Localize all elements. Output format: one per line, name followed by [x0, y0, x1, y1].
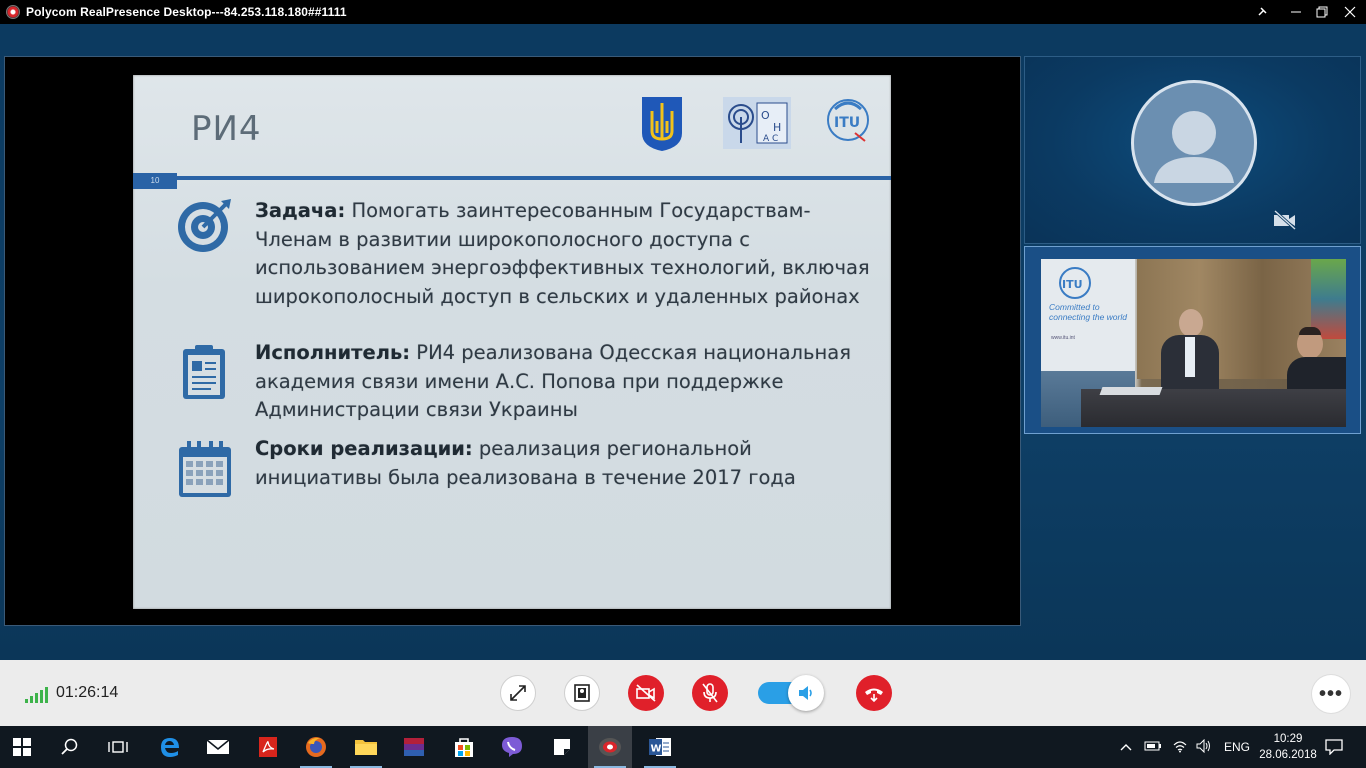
firefox-icon: [306, 737, 326, 757]
clock-time: 10:29: [1273, 733, 1303, 745]
svg-text:О: О: [761, 109, 770, 122]
row-label: Задача:: [255, 199, 346, 222]
sticky-notes-icon: [554, 739, 570, 755]
onac-logo: О Н А С: [723, 97, 791, 154]
participant-person-1: [1161, 309, 1219, 399]
viber-app[interactable]: [490, 726, 534, 768]
remote-room-video[interactable]: ITU Committed to connecting the world ww…: [1024, 246, 1361, 434]
clock-date: 28.06.2018: [1259, 749, 1317, 761]
mic-off-icon: [702, 683, 718, 703]
itu-tagline: Committed to connecting the world: [1049, 302, 1127, 322]
file-explorer-app[interactable]: [344, 726, 388, 768]
clipboard-icon: [181, 343, 229, 406]
self-view-tile[interactable]: [1024, 56, 1361, 244]
row-label: Сроки реализации:: [255, 437, 473, 460]
hang-up-icon: [865, 688, 883, 703]
itu-banner-logo: ITU: [1059, 267, 1091, 299]
call-duration: 01:26:14: [56, 684, 119, 701]
svg-text:ITU: ITU: [834, 115, 860, 131]
viber-icon: [502, 737, 522, 757]
expand-icon: [510, 685, 526, 701]
content-share-icon: [574, 684, 590, 702]
speaker-icon: [788, 675, 824, 711]
window-title: Polycom RealPresence Desktop---84.253.11…: [26, 5, 347, 19]
content-share-video[interactable]: РИ4 О Н А С ITU 10 Задача: Помогать заин…: [4, 56, 1021, 626]
search-button[interactable]: [48, 726, 92, 768]
slide-divider: [133, 176, 891, 180]
pdf-reader-app[interactable]: [246, 726, 290, 768]
store-app[interactable]: [442, 726, 486, 768]
svg-text:Н: Н: [773, 121, 781, 134]
window-titlebar: Polycom RealPresence Desktop---84.253.11…: [0, 0, 1366, 24]
start-button[interactable]: [0, 726, 44, 768]
itu-url: www.itu.int: [1051, 335, 1075, 341]
pin-icon: [1258, 7, 1267, 16]
calendar-icon: [177, 441, 233, 504]
person-silhouette-icon: [1131, 80, 1257, 206]
ukraine-coat-of-arms-logo: [639, 95, 685, 158]
svg-text:А С: А С: [763, 134, 778, 144]
fullscreen-button[interactable]: [500, 675, 536, 711]
battery-icon[interactable]: [1144, 740, 1162, 755]
polycom-icon: [599, 738, 621, 756]
mail-app[interactable]: [196, 726, 240, 768]
slide-row-text: Исполнитель: РИ4 реализована Одесская на…: [255, 339, 875, 425]
system-tray: ENG: [1120, 726, 1250, 768]
close-button[interactable]: [1330, 0, 1366, 24]
more-options-button[interactable]: •••: [1312, 675, 1350, 713]
mic-mute-button[interactable]: [692, 675, 728, 711]
video-off-icon: [636, 684, 656, 702]
winrar-app[interactable]: [392, 726, 436, 768]
slide-row-text: Сроки реализации: реализация регионально…: [255, 435, 875, 492]
notification-icon: [1325, 739, 1343, 755]
taskbar-clock[interactable]: 10:29 28.06.2018: [1258, 731, 1318, 763]
windows-taskbar: W ENG 10:29 28.06.2018: [0, 726, 1366, 768]
row-label: Исполнитель:: [255, 341, 411, 364]
task-view-icon: [108, 741, 128, 753]
sticky-notes-app[interactable]: [540, 726, 584, 768]
minimize-icon: [1291, 11, 1301, 13]
volume-icon[interactable]: [1196, 738, 1214, 756]
speaker-toggle[interactable]: [758, 675, 824, 711]
slide-page-number: 10: [133, 173, 177, 189]
store-icon: [455, 738, 473, 757]
camera-mute-button[interactable]: [628, 675, 664, 711]
signal-strength-icon: [25, 687, 48, 703]
target-icon: [175, 197, 235, 260]
call-control-bar: 01:26:14 •••: [0, 660, 1366, 726]
mail-icon: [206, 739, 230, 754]
show-hidden-icons-chevron-icon[interactable]: [1120, 740, 1132, 754]
presentation-slide: РИ4 О Н А С ITU 10 Задача: Помогать заин…: [133, 75, 891, 609]
polycom-app-icon: [6, 5, 20, 19]
slide-row-text: Задача: Помогать заинтересованным Госуда…: [255, 197, 875, 311]
video-stage: РИ4 О Н А С ITU 10 Задача: Помогать заин…: [0, 24, 1366, 660]
wifi-icon[interactable]: [1172, 739, 1188, 756]
input-language[interactable]: ENG: [1224, 740, 1250, 754]
winrar-icon: [404, 738, 424, 756]
itu-logo: ITU: [825, 97, 871, 148]
task-view-button[interactable]: [96, 726, 140, 768]
hang-up-button[interactable]: [856, 675, 892, 711]
pdf-icon: [259, 737, 277, 757]
slide-title: РИ4: [191, 109, 262, 149]
restore-icon: [1316, 6, 1328, 18]
word-app[interactable]: W: [638, 726, 682, 768]
conference-room-scene: ITU Committed to connecting the world ww…: [1041, 259, 1346, 427]
content-share-button[interactable]: [564, 675, 600, 711]
camera-off-icon: [1273, 209, 1297, 235]
svg-text:W: W: [651, 744, 662, 755]
edge-app[interactable]: [148, 726, 192, 768]
row-body: Помогать заинтересованным Государствам-Ч…: [255, 199, 870, 308]
laptop: [1099, 387, 1163, 395]
polycom-app[interactable]: [588, 726, 632, 768]
close-icon: [1344, 6, 1356, 18]
search-icon: [61, 738, 78, 755]
itu-banner-logo-text: ITU: [1062, 278, 1083, 291]
firefox-app[interactable]: [294, 726, 338, 768]
windows-logo-icon: [13, 738, 31, 756]
edge-icon: [161, 738, 179, 757]
folder-icon: [355, 740, 377, 755]
action-center-button[interactable]: [1312, 726, 1356, 768]
word-icon: W: [649, 738, 671, 756]
